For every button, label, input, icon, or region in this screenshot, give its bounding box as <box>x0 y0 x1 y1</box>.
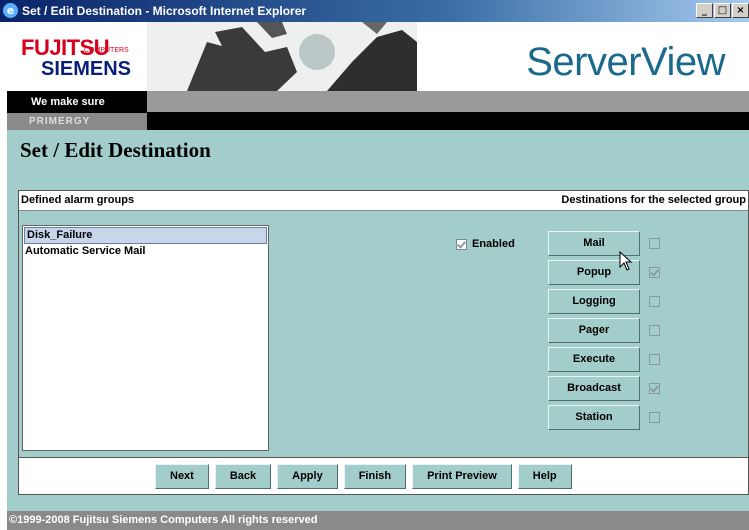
page-title: Set / Edit Destination <box>20 138 211 162</box>
logo-brand2: SIEMENS <box>41 58 132 80</box>
wizard-button-bar: Next Back Apply Finish Print Preview Hel… <box>18 457 749 495</box>
page-content: Set / Edit Destination Defined alarm gro… <box>7 130 749 530</box>
product-name: ServerView <box>526 40 725 84</box>
logo-sub: COMPUTERS <box>84 47 129 54</box>
product-line: PRIMERGY <box>7 113 147 130</box>
print-preview-button[interactable]: Print Preview <box>412 464 512 489</box>
destinations-header: Destinations for the selected group <box>561 194 746 206</box>
mail-checkbox[interactable] <box>649 238 660 249</box>
destination-row: Pager <box>548 318 688 347</box>
ie-icon: e <box>3 3 18 18</box>
window-controls: _ □ × <box>696 3 749 18</box>
apply-button[interactable]: Apply <box>277 464 338 489</box>
alarm-panel: Defined alarm groups Destinations for th… <box>18 190 749 460</box>
mouse-cursor-icon <box>619 251 633 271</box>
logging-checkbox[interactable] <box>649 296 660 307</box>
enabled-checkbox[interactable] <box>456 238 467 250</box>
product-line-bar: PRIMERGY <box>7 113 749 130</box>
alarm-group-list[interactable]: Disk_Failure Automatic Service Mail <box>22 225 269 451</box>
destination-row: Execute <box>548 347 688 376</box>
next-button[interactable]: Next <box>155 464 209 489</box>
fujitsu-siemens-logo: FUJITSU COMPUTERS SIEMENS <box>7 22 147 91</box>
station-checkbox[interactable] <box>649 412 660 423</box>
list-item[interactable]: Automatic Service Mail <box>23 245 268 263</box>
destination-row: Popup <box>548 260 688 289</box>
destination-list: Mail Popup Logging Pager Execute Broadca… <box>548 231 688 434</box>
pager-button[interactable]: Pager <box>548 318 640 343</box>
finish-button[interactable]: Finish <box>343 464 407 489</box>
destination-row: Mail <box>548 231 688 260</box>
maximize-button[interactable]: □ <box>714 3 731 18</box>
broadcast-button[interactable]: Broadcast <box>548 376 640 401</box>
close-button[interactable]: × <box>732 3 749 18</box>
window-title: Set / Edit Destination - Microsoft Inter… <box>22 4 307 18</box>
page-banner: FUJITSU COMPUTERS SIEMENS ServerView <box>0 22 749 91</box>
panel-header: Defined alarm groups Destinations for th… <box>19 191 748 211</box>
enabled-toggle[interactable]: Enabled <box>456 238 515 250</box>
execute-checkbox[interactable] <box>649 354 660 365</box>
destination-row: Logging <box>548 289 688 318</box>
popup-checkbox[interactable] <box>649 267 660 278</box>
tagline: We make sure <box>31 96 105 108</box>
execute-button[interactable]: Execute <box>548 347 640 372</box>
gears-graphic <box>147 22 417 91</box>
minimize-button[interactable]: _ <box>696 3 713 18</box>
window-titlebar[interactable]: e Set / Edit Destination - Microsoft Int… <box>0 0 749 22</box>
destination-row: Station <box>548 405 688 434</box>
destination-row: Broadcast <box>548 376 688 405</box>
broadcast-checkbox[interactable] <box>649 383 660 394</box>
back-button[interactable]: Back <box>214 464 272 489</box>
tagline-bar: We make sure <box>7 91 749 113</box>
station-button[interactable]: Station <box>548 405 640 430</box>
tagline-gray-strip <box>147 91 749 112</box>
list-item[interactable]: Disk_Failure <box>24 227 267 244</box>
help-button[interactable]: Help <box>517 464 572 489</box>
pager-checkbox[interactable] <box>649 325 660 336</box>
copyright-footer: ©1999-2008 Fujitsu Siemens Computers All… <box>7 511 749 530</box>
groups-header: Defined alarm groups <box>21 194 135 206</box>
logging-button[interactable]: Logging <box>548 289 640 314</box>
enabled-label: Enabled <box>472 238 515 250</box>
